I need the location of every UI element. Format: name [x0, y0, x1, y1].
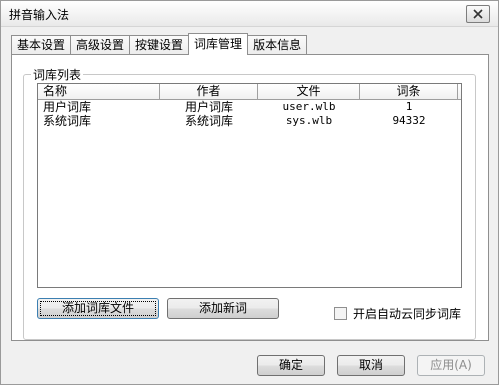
- row-entries: 94332: [392, 114, 426, 127]
- list-header: 名称 作者 文件 词条: [38, 84, 461, 100]
- cancel-button[interactable]: 取消: [337, 355, 405, 376]
- tab-version-info[interactable]: 版本信息: [247, 35, 308, 55]
- cloud-sync-label: 开启自动云同步词库: [353, 307, 462, 321]
- cloud-sync-checkbox[interactable]: [334, 307, 347, 320]
- row-name: 用户词库: [43, 100, 92, 114]
- tab-advanced-settings[interactable]: 高级设置: [70, 35, 131, 55]
- row-entries: 1: [405, 100, 413, 113]
- row-author: 用户词库: [184, 100, 233, 114]
- tab-key-settings[interactable]: 按键设置: [129, 35, 190, 55]
- column-header-file[interactable]: 文件: [258, 84, 360, 100]
- dictionary-group-label: 词库列表: [31, 66, 84, 83]
- row-file: sys.wlb: [285, 114, 333, 127]
- tab-dictionary-management[interactable]: 词库管理: [188, 33, 249, 55]
- add-new-word-button[interactable]: 添加新词: [167, 298, 279, 319]
- dictionary-listview[interactable]: 名称 作者 文件 词条 用户词库 用户词库 user.wlb 1 系统词库 系统…: [37, 83, 462, 288]
- dialog-window: 拼音输入法 基本设置 高级设置 按键设置 词库管理 版本信息 词库列表 名称 作…: [0, 0, 499, 385]
- row-name: 系统词库: [43, 114, 92, 128]
- close-button[interactable]: [466, 5, 490, 23]
- column-header-name[interactable]: 名称: [38, 84, 160, 100]
- table-row[interactable]: 系统词库 系统词库 sys.wlb 94332: [38, 114, 461, 128]
- row-file: user.wlb: [282, 100, 336, 113]
- apply-button[interactable]: 应用(A): [417, 355, 485, 376]
- table-row[interactable]: 用户词库 用户词库 user.wlb 1: [38, 100, 461, 114]
- cloud-sync-checkbox-group[interactable]: 开启自动云同步词库: [334, 305, 461, 322]
- ok-button[interactable]: 确定: [257, 355, 325, 376]
- window-title: 拼音输入法: [9, 8, 70, 22]
- add-dictionary-file-button[interactable]: 添加词库文件: [37, 298, 159, 319]
- tab-strip: 基本设置 高级设置 按键设置 词库管理 版本信息: [11, 33, 308, 55]
- column-header-author[interactable]: 作者: [160, 84, 258, 100]
- column-header-entries[interactable]: 词条: [360, 84, 458, 100]
- title-bar[interactable]: 拼音输入法: [1, 1, 498, 27]
- row-author: 系统词库: [184, 114, 233, 128]
- tab-basic-settings[interactable]: 基本设置: [11, 35, 72, 55]
- close-icon: [473, 9, 483, 19]
